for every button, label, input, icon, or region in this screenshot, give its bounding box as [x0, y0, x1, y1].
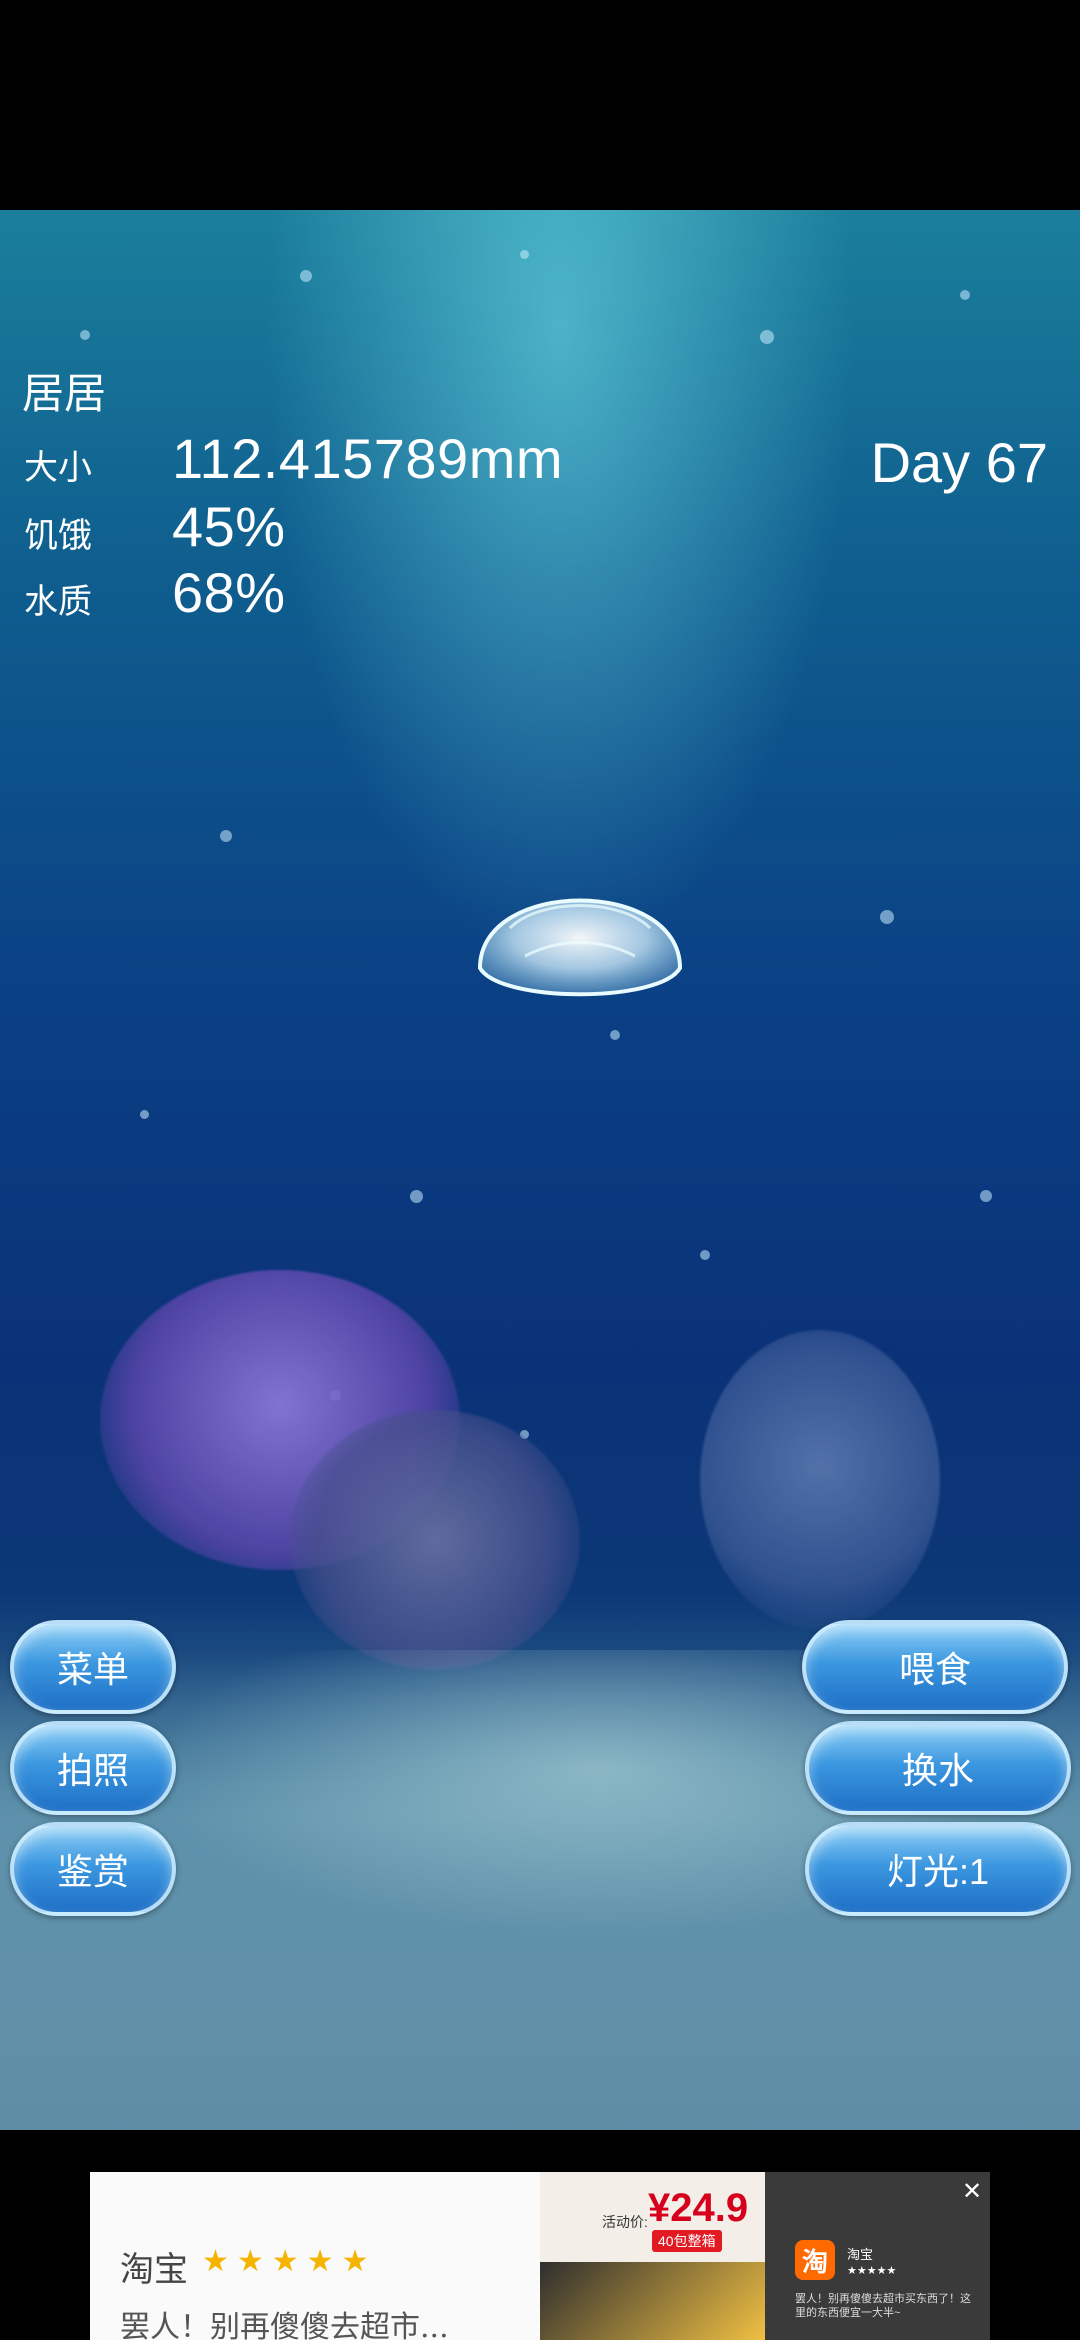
day-counter: Day 67 — [870, 431, 1048, 494]
ad-script-line: 罢人！别再傻傻去超市... — [120, 2310, 449, 2340]
coral — [700, 1330, 940, 1630]
change-water-button[interactable]: 换水 — [805, 1721, 1071, 1815]
photo-button[interactable]: 拍照 — [10, 1721, 176, 1815]
pet-name: 居居 — [22, 370, 107, 417]
coral — [290, 1410, 580, 1670]
ad-app-panel[interactable]: ✕ 淘 淘宝 ★★★★★ 罢人！别再傻傻去超市买东西了！这里的东西便宜一大半~ — [765, 2172, 990, 2340]
ad-price-note: 40包整箱 — [652, 2230, 722, 2252]
taobao-app-icon: 淘 — [795, 2240, 835, 2280]
ad-product-image — [540, 2262, 765, 2340]
bubble — [80, 330, 90, 340]
ad-product-panel[interactable]: 活动价: ¥24.9 40包整箱 — [540, 2172, 765, 2340]
ad-app-name: 淘宝 — [847, 2247, 874, 2262]
bubble — [410, 1190, 423, 1203]
close-icon[interactable]: ✕ — [960, 2180, 984, 2204]
ad-price: ¥24.9 — [648, 2186, 749, 2230]
feed-button[interactable]: 喂食 — [802, 1620, 1068, 1714]
stat-label-hunger: 饥饿 — [24, 517, 92, 555]
gallery-button[interactable]: 鉴赏 — [10, 1822, 176, 1916]
menu-button[interactable]: 菜单 — [10, 1620, 176, 1714]
ad-banner[interactable]: 淘宝 ★★★★★ 罢人！别再傻傻去超市... 活动价: ¥24.9 40包整箱 … — [90, 2172, 990, 2340]
bubble — [980, 1190, 992, 1202]
bubble — [220, 830, 232, 842]
status-bar-area — [0, 0, 1080, 210]
bubble — [700, 1250, 710, 1260]
stat-value-water: 68% — [172, 561, 286, 624]
bubble — [140, 1110, 149, 1119]
ad-rating-stars: ★★★★★ — [202, 2245, 377, 2278]
stat-value-hunger: 45% — [172, 495, 286, 558]
ad-app-rating: ★★★★★ — [847, 2265, 897, 2277]
bubble — [610, 1030, 620, 1040]
stat-label-water: 水质 — [24, 583, 92, 621]
bubble — [760, 330, 774, 344]
ad-brand-script: 淘宝 — [120, 2250, 188, 2290]
jellyfish[interactable] — [470, 838, 690, 1014]
ad-left-panel[interactable]: 淘宝 ★★★★★ 罢人！别再傻傻去超市... — [90, 2172, 540, 2340]
ad-app-desc: 罢人！别再傻傻去超市买东西了！这里的东西便宜一大半~ — [795, 2293, 971, 2319]
ad-price-label: 活动价: — [602, 2214, 648, 2230]
light-button[interactable]: 灯光:1 — [805, 1822, 1071, 1916]
bubble — [960, 290, 970, 300]
bubble — [300, 270, 312, 282]
stat-label-size: 大小 — [24, 449, 92, 487]
bubble — [520, 250, 529, 259]
bubble — [880, 910, 894, 924]
stat-value-size: 112.415789mm — [172, 427, 563, 490]
